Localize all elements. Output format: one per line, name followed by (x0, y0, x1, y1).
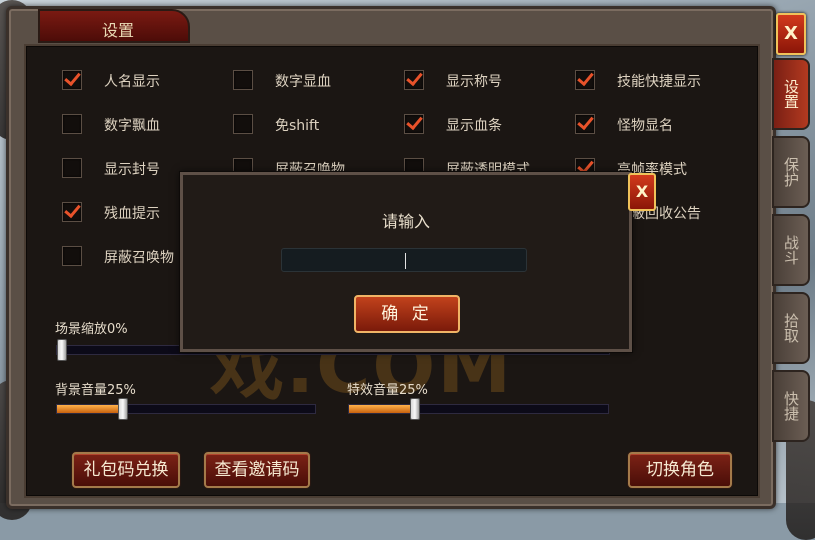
checkbox[interactable] (62, 114, 82, 134)
checkbox[interactable] (62, 158, 82, 178)
checkbox-label: 显示封号 (104, 162, 160, 178)
input-dialog: 请输入 确 定 (180, 172, 632, 352)
tab-combat-label: 战斗 (782, 235, 800, 265)
text-caret (405, 253, 406, 269)
checkbox-label: 显示血条 (446, 118, 502, 134)
window-title-tab: 设置 (38, 9, 190, 43)
checkbox[interactable] (62, 246, 82, 266)
confirm-button[interactable]: 确 定 (354, 295, 460, 333)
dialog-input[interactable] (281, 248, 527, 272)
sfx-volume-fill (349, 405, 414, 413)
tab-settings-label: 设置 (782, 79, 800, 109)
scene-zoom-label: 场景缩放0% (55, 322, 128, 337)
tab-shortcut-label: 快捷 (782, 391, 800, 421)
invite-code-button[interactable]: 查看邀请码 (204, 452, 310, 488)
bgm-volume-label: 背景音量25% (55, 383, 136, 398)
checkbox[interactable] (233, 70, 253, 90)
sfx-volume-slider[interactable] (348, 398, 609, 420)
checkbox[interactable] (233, 114, 253, 134)
checkbox-label: 屏蔽召唤物 (104, 250, 174, 266)
checkbox[interactable] (575, 70, 595, 90)
sfx-volume-thumb[interactable] (409, 398, 420, 420)
close-icon[interactable]: X (776, 13, 806, 55)
tab-pickup[interactable]: 拾取 (772, 292, 810, 364)
bgm-volume-slider[interactable] (56, 398, 316, 420)
checkbox[interactable] (62, 202, 82, 222)
bgm-volume-thumb[interactable] (117, 398, 128, 420)
dialog-close-icon[interactable]: X (628, 173, 656, 211)
checkbox-label: 数字飘血 (104, 118, 160, 134)
checkbox-label: 技能快捷显示 (617, 74, 701, 90)
checkbox-label: 残血提示 (104, 206, 160, 222)
checkbox[interactable] (575, 114, 595, 134)
checkbox-label: 人名显示 (104, 74, 160, 90)
tab-protect-label: 保护 (782, 157, 800, 187)
checkbox-label: 怪物显名 (617, 118, 673, 134)
tab-protect[interactable]: 保护 (772, 136, 810, 208)
checkbox-label: 免shift (275, 118, 320, 134)
checkbox[interactable] (404, 70, 424, 90)
checkbox[interactable] (62, 70, 82, 90)
tab-pickup-label: 拾取 (782, 313, 800, 343)
tab-shortcut[interactable]: 快捷 (772, 370, 810, 442)
tab-settings[interactable]: 设置 (772, 58, 810, 130)
checkbox-label: 数字显血 (275, 74, 331, 90)
gift-code-button[interactable]: 礼包码兑换 (72, 452, 180, 488)
bgm-volume-fill (57, 405, 122, 413)
switch-role-button[interactable]: 切换角色 (628, 452, 732, 488)
sfx-volume-label: 特效音量25% (347, 383, 428, 398)
tab-combat[interactable]: 战斗 (772, 214, 810, 286)
scene-zoom-thumb[interactable] (57, 339, 67, 361)
checkbox-label: 显示称号 (446, 74, 502, 90)
dialog-title: 请输入 (381, 212, 430, 231)
window-title: 设置 (102, 21, 135, 40)
checkbox[interactable] (404, 114, 424, 134)
